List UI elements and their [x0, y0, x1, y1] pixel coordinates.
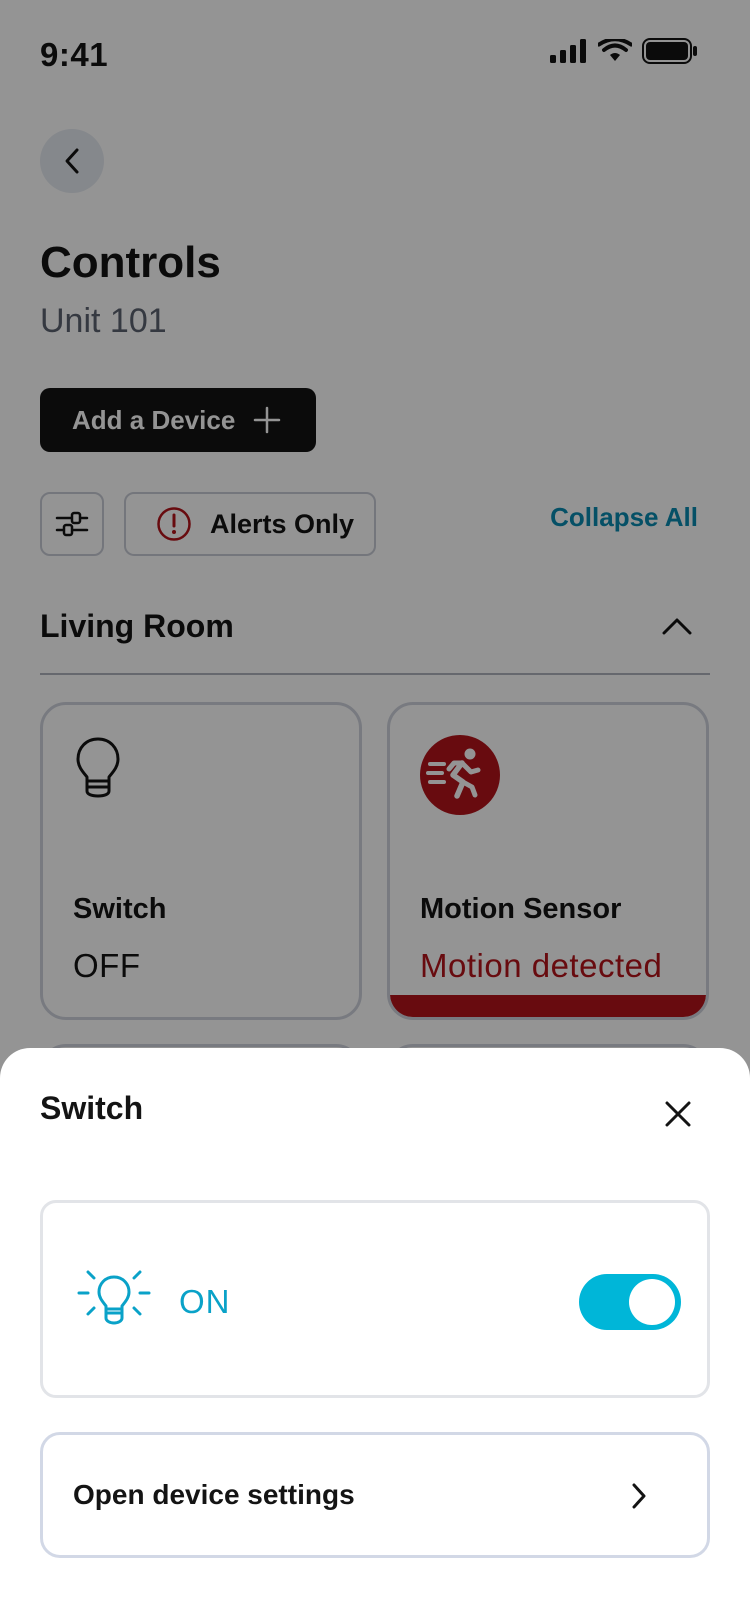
toggle-knob: [629, 1279, 675, 1325]
lightbulb-on-icon: [77, 1270, 151, 1325]
open-device-settings-button[interactable]: Open device settings: [40, 1432, 710, 1558]
close-button[interactable]: [660, 1096, 696, 1132]
power-toggle[interactable]: [579, 1274, 681, 1330]
chevron-right-icon: [632, 1483, 646, 1509]
bottom-sheet: Switch ON Open device settings: [0, 1048, 750, 1624]
controls-screen: 9:41 Controls Unit 101 Add a Device Aler…: [0, 0, 750, 1624]
settings-label: Open device settings: [73, 1479, 355, 1510]
sheet-title: Switch: [40, 1090, 144, 1126]
power-state-label: ON: [179, 1283, 231, 1320]
power-control-card: ON: [40, 1200, 710, 1398]
close-icon: [665, 1101, 691, 1127]
